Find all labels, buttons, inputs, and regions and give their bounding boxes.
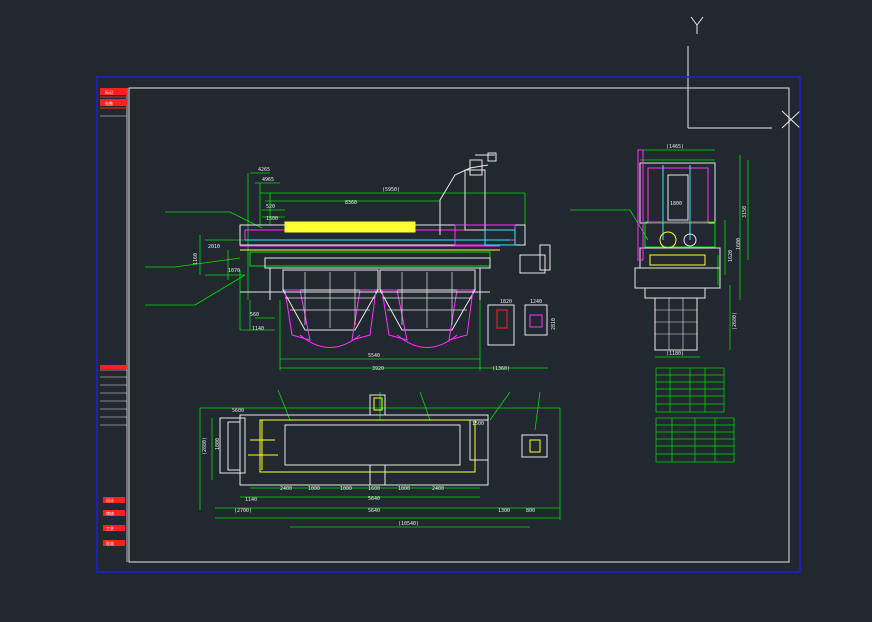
dim-text: 1000 (398, 486, 410, 492)
title-block-labels: 标记 处数 设计 审核 工艺 批准 (105, 89, 114, 546)
parts-table-lower (655, 417, 735, 463)
dim-text: 1800 (670, 201, 682, 207)
dim-text: (10540) (398, 521, 419, 527)
title-block-label: 工艺 (106, 526, 114, 531)
cad-drawing-canvas[interactable]: 4265 4965 (5950) 8360 520 1500 1160 2010… (0, 0, 872, 622)
dim-text: 1800 (215, 438, 221, 450)
dim-text: 1070 (228, 268, 240, 274)
dim-text: 520 (266, 204, 275, 210)
left-title-strip (100, 88, 128, 562)
dim-text: 1600 (368, 486, 380, 492)
front-view: 4265 4965 (5950) 8360 520 1500 1160 2010… (145, 152, 557, 372)
parts-table-upper (655, 367, 725, 413)
title-block-label: 批准 (106, 540, 114, 546)
dim-text: 1160 (193, 253, 199, 265)
dim-text: 1140 (252, 326, 264, 332)
dim-text: 1240 (530, 299, 542, 305)
dim-text: 3920 (372, 366, 384, 372)
dim-text: 1000 (340, 486, 352, 492)
dim-text: (1465) (666, 144, 684, 150)
side-view: (1465) 1800 3150 1600 1620 (2680) (1180) (570, 144, 749, 358)
dim-text: 2010 (208, 244, 220, 250)
dim-text: 4965 (262, 177, 274, 183)
dim-text: 1620 (728, 250, 734, 262)
dim-text: 2400 (280, 486, 292, 492)
dim-text: 4265 (258, 167, 270, 173)
dim-text: 800 (526, 508, 535, 514)
dim-text: 5640 (368, 496, 380, 502)
dim-text: 3150 (742, 206, 748, 218)
dim-text: (2880) (202, 437, 208, 455)
outer-frame (96, 76, 801, 573)
dim-text: 8360 (345, 200, 357, 206)
dim-text: 1140 (245, 497, 257, 503)
dim-text: 2810 (551, 318, 557, 330)
dim-text: (1360) (492, 366, 510, 372)
ucs-icon (687, 16, 801, 129)
dim-text: (1180) (666, 351, 684, 357)
dim-text: (2700) (234, 508, 252, 514)
dim-text: (5950) (382, 187, 400, 193)
dim-text: 2400 (432, 486, 444, 492)
dim-text: 5540 (368, 353, 380, 359)
dim-text: (2680) (732, 312, 738, 330)
title-block-label: 处数 (105, 100, 113, 106)
title-block-label: 标记 (105, 89, 113, 95)
dim-text: 1300 (498, 508, 510, 514)
title-block-label: 审核 (106, 510, 114, 516)
dim-text: 5600 (232, 408, 244, 414)
plan-view: 5600 1800 (2880) 2400 1000 1000 1600 100… (199, 389, 561, 528)
dim-text: 560 (250, 312, 259, 318)
dim-text: 1820 (500, 299, 512, 305)
title-block-label: 设计 (106, 497, 114, 503)
dim-text: 1600 (736, 238, 742, 250)
dim-text: 1000 (308, 486, 320, 492)
dim-text: 5640 (368, 508, 380, 514)
dim-text: 1500 (472, 421, 484, 427)
dim-text: 1500 (266, 216, 278, 222)
inner-border (128, 87, 790, 563)
